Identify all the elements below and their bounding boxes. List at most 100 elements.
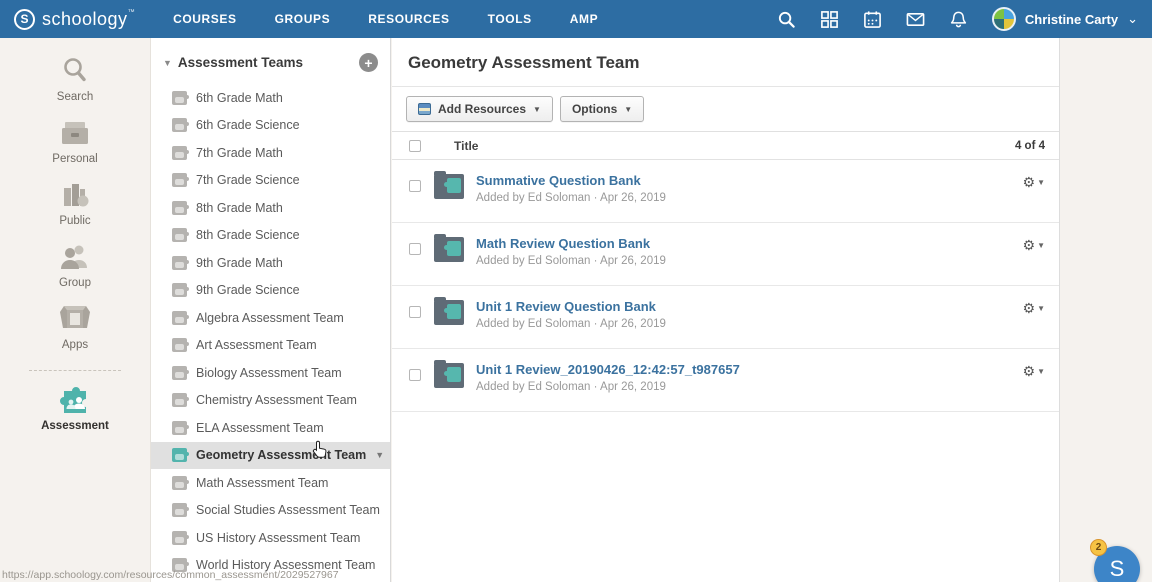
row-checkbox[interactable] [409, 243, 421, 255]
teams-panel-header: ▼ Assessment Teams + [151, 38, 390, 82]
mail-icon[interactable] [906, 10, 925, 29]
team-label: Social Studies Assessment Team [196, 503, 380, 517]
table-header: Title 4 of 4 [392, 132, 1059, 160]
team-item[interactable]: 6th Grade Math [151, 84, 390, 112]
team-label: 8th Grade Math [196, 201, 283, 215]
gear-icon: ⚙ [1023, 364, 1036, 378]
team-item[interactable]: Chemistry Assessment Team [151, 387, 390, 415]
calendar-icon[interactable] [863, 10, 882, 29]
team-puzzle-icon [172, 503, 187, 517]
nav-amp[interactable]: AMP [570, 12, 598, 26]
caret-down-icon: ▼ [1037, 178, 1045, 187]
row-checkbox[interactable] [409, 369, 421, 381]
team-puzzle-icon [172, 146, 187, 160]
collapse-caret-icon[interactable]: ▼ [163, 58, 172, 68]
team-item[interactable]: 7th Grade Math [151, 139, 390, 167]
row-text: Summative Question Bank Added by Ed Solo… [476, 173, 666, 222]
row-gear-menu[interactable]: ⚙▼ [1023, 238, 1045, 285]
team-item[interactable]: Biology Assessment Team [151, 359, 390, 387]
team-item[interactable]: 8th Grade Math [151, 194, 390, 222]
add-team-button[interactable]: + [359, 53, 378, 72]
resource-link[interactable]: Unit 1 Review_20190426_12:42:57_t987657 [476, 362, 740, 377]
gear-icon: ⚙ [1023, 301, 1036, 315]
assessment-puzzle-icon [58, 383, 92, 415]
app-grid-icon[interactable] [820, 10, 839, 29]
nav-resources[interactable]: RESOURCES [368, 12, 449, 26]
brand-name: schoology™ [42, 9, 135, 30]
team-puzzle-icon [172, 366, 187, 380]
title-column-header[interactable]: Title [454, 139, 478, 153]
row-gear-menu[interactable]: ⚙▼ [1023, 301, 1045, 348]
group-people-icon [58, 242, 92, 272]
select-all-checkbox[interactable] [409, 140, 421, 152]
nav-tools[interactable]: TOOLS [488, 12, 532, 26]
rail-label: Search [57, 91, 93, 103]
row-checkbox[interactable] [409, 306, 421, 318]
teams-panel-title: Assessment Teams [178, 55, 303, 70]
team-item[interactable]: ELA Assessment Team [151, 414, 390, 442]
bell-icon[interactable] [949, 10, 968, 29]
team-puzzle-icon [172, 283, 187, 297]
resource-meta: Added by Ed Soloman · Apr 26, 2019 [476, 318, 666, 330]
search-icon[interactable] [777, 10, 796, 29]
rail-item-apps[interactable]: Apps [0, 304, 150, 366]
team-label: ELA Assessment Team [196, 421, 324, 435]
schoology-logo[interactable]: S schoology™ [14, 9, 135, 30]
navbar-right-cluster: Christine Carty ⌄ [777, 7, 1138, 31]
team-item[interactable]: Art Assessment Team [151, 332, 390, 360]
team-label: 6th Grade Science [196, 118, 300, 132]
team-label: 9th Grade Science [196, 283, 300, 297]
team-item[interactable]: 8th Grade Science [151, 222, 390, 250]
caret-down-icon: ▼ [624, 105, 632, 114]
rail-item-group[interactable]: Group [0, 242, 150, 304]
table-row: Unit 1 Review Question Bank Added by Ed … [392, 286, 1059, 349]
table-row: Math Review Question Bank Added by Ed So… [392, 223, 1059, 286]
team-item-selected[interactable]: Geometry Assessment Team▼ [151, 442, 390, 470]
question-bank-folder-icon [434, 300, 464, 325]
main-content-panel: Geometry Assessment Team Add Resources ▼… [392, 38, 1060, 582]
resource-meta: Added by Ed Soloman · Apr 26, 2019 [476, 192, 666, 204]
chat-widget-button[interactable]: S 2 [1094, 546, 1140, 582]
row-text: Unit 1 Review Question Bank Added by Ed … [476, 299, 666, 348]
options-button[interactable]: Options ▼ [560, 96, 644, 122]
resources-left-rail: Search Personal Public Group Apps Assess… [0, 38, 150, 582]
resource-link[interactable]: Summative Question Bank [476, 173, 666, 188]
nav-groups[interactable]: GROUPS [275, 12, 331, 26]
resource-link[interactable]: Unit 1 Review Question Bank [476, 299, 666, 314]
team-puzzle-icon [172, 338, 187, 352]
team-list: 6th Grade Math 6th Grade Science 7th Gra… [151, 84, 390, 579]
team-item[interactable]: 9th Grade Science [151, 277, 390, 305]
team-item[interactable]: Algebra Assessment Team [151, 304, 390, 332]
team-item[interactable]: 9th Grade Math [151, 249, 390, 277]
user-name: Christine Carty [1025, 12, 1118, 27]
rail-item-personal[interactable]: Personal [0, 118, 150, 180]
table-row: Summative Question Bank Added by Ed Solo… [392, 160, 1059, 223]
resource-link[interactable]: Math Review Question Bank [476, 236, 666, 251]
item-count: 4 of 4 [1015, 140, 1045, 152]
row-checkbox[interactable] [409, 180, 421, 192]
rail-item-public[interactable]: Public [0, 180, 150, 242]
team-item[interactable]: US History Assessment Team [151, 524, 390, 552]
team-label: Art Assessment Team [196, 338, 317, 352]
caret-down-icon: ▼ [533, 105, 541, 114]
rail-item-search[interactable]: Search [0, 56, 150, 118]
chevron-down-icon: ⌄ [1127, 11, 1138, 27]
team-puzzle-icon [172, 311, 187, 325]
question-bank-folder-icon [434, 237, 464, 262]
puzzle-piece-icon [447, 304, 461, 319]
team-item[interactable]: 6th Grade Science [151, 112, 390, 140]
nav-courses[interactable]: COURSES [173, 12, 237, 26]
chat-s-logo: S [1110, 556, 1125, 582]
table-row: Unit 1 Review_20190426_12:42:57_t987657 … [392, 349, 1059, 412]
add-resources-button[interactable]: Add Resources ▼ [406, 96, 553, 122]
rail-item-assessment[interactable]: Assessment [0, 383, 150, 445]
resource-meta: Added by Ed Soloman · Apr 26, 2019 [476, 381, 740, 393]
row-gear-menu[interactable]: ⚙▼ [1023, 364, 1045, 411]
team-item[interactable]: 7th Grade Science [151, 167, 390, 195]
team-label: Chemistry Assessment Team [196, 393, 357, 407]
team-item[interactable]: Social Studies Assessment Team [151, 497, 390, 525]
team-item[interactable]: Math Assessment Team [151, 469, 390, 497]
row-gear-menu[interactable]: ⚙▼ [1023, 175, 1045, 222]
user-menu[interactable]: Christine Carty ⌄ [992, 7, 1138, 31]
team-dropdown-caret-icon[interactable]: ▼ [375, 450, 384, 460]
